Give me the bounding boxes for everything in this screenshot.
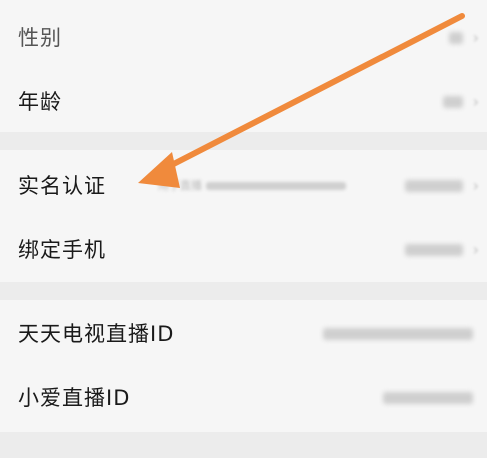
realname-auth-hint: 用于直播	[158, 154, 346, 218]
tiantian-id-row[interactable]: 天天电视直播ID	[0, 302, 487, 366]
gender-value	[449, 6, 463, 70]
settings-screen: 性别 › 年龄 › 实名认证 用于直播 › 绑定手机 › 天天电视直播ID 小爱…	[0, 0, 487, 458]
tiantian-id-label: 天天电视直播ID	[18, 322, 175, 346]
chevron-right-icon: ›	[472, 28, 479, 47]
tiantian-id-value	[323, 302, 473, 366]
realname-auth-row[interactable]: 实名认证 用于直播 ›	[0, 154, 487, 218]
chevron-right-icon: ›	[472, 176, 479, 195]
age-row[interactable]: 年龄 ›	[0, 70, 487, 134]
age-value	[443, 70, 463, 134]
account-security-group: 实名认证 用于直播 › 绑定手机 ›	[0, 150, 487, 282]
realname-auth-label: 实名认证	[18, 174, 106, 198]
gender-label: 性别	[18, 26, 62, 50]
xiaoai-id-row[interactable]: 小爱直播ID	[0, 366, 487, 430]
bind-phone-status	[405, 218, 463, 282]
bind-phone-label: 绑定手机	[18, 238, 106, 262]
age-label: 年龄	[18, 90, 62, 114]
chevron-right-icon: ›	[472, 92, 479, 111]
profile-basic-group: 性别 › 年龄 ›	[0, 0, 487, 132]
bind-phone-row[interactable]: 绑定手机 ›	[0, 218, 487, 282]
xiaoai-id-value	[383, 366, 473, 430]
realname-auth-status	[405, 154, 463, 218]
gender-row[interactable]: 性别 ›	[0, 6, 487, 70]
xiaoai-id-label: 小爱直播ID	[18, 386, 131, 410]
live-id-group: 天天电视直播ID 小爱直播ID	[0, 300, 487, 432]
chevron-right-icon: ›	[472, 240, 479, 259]
